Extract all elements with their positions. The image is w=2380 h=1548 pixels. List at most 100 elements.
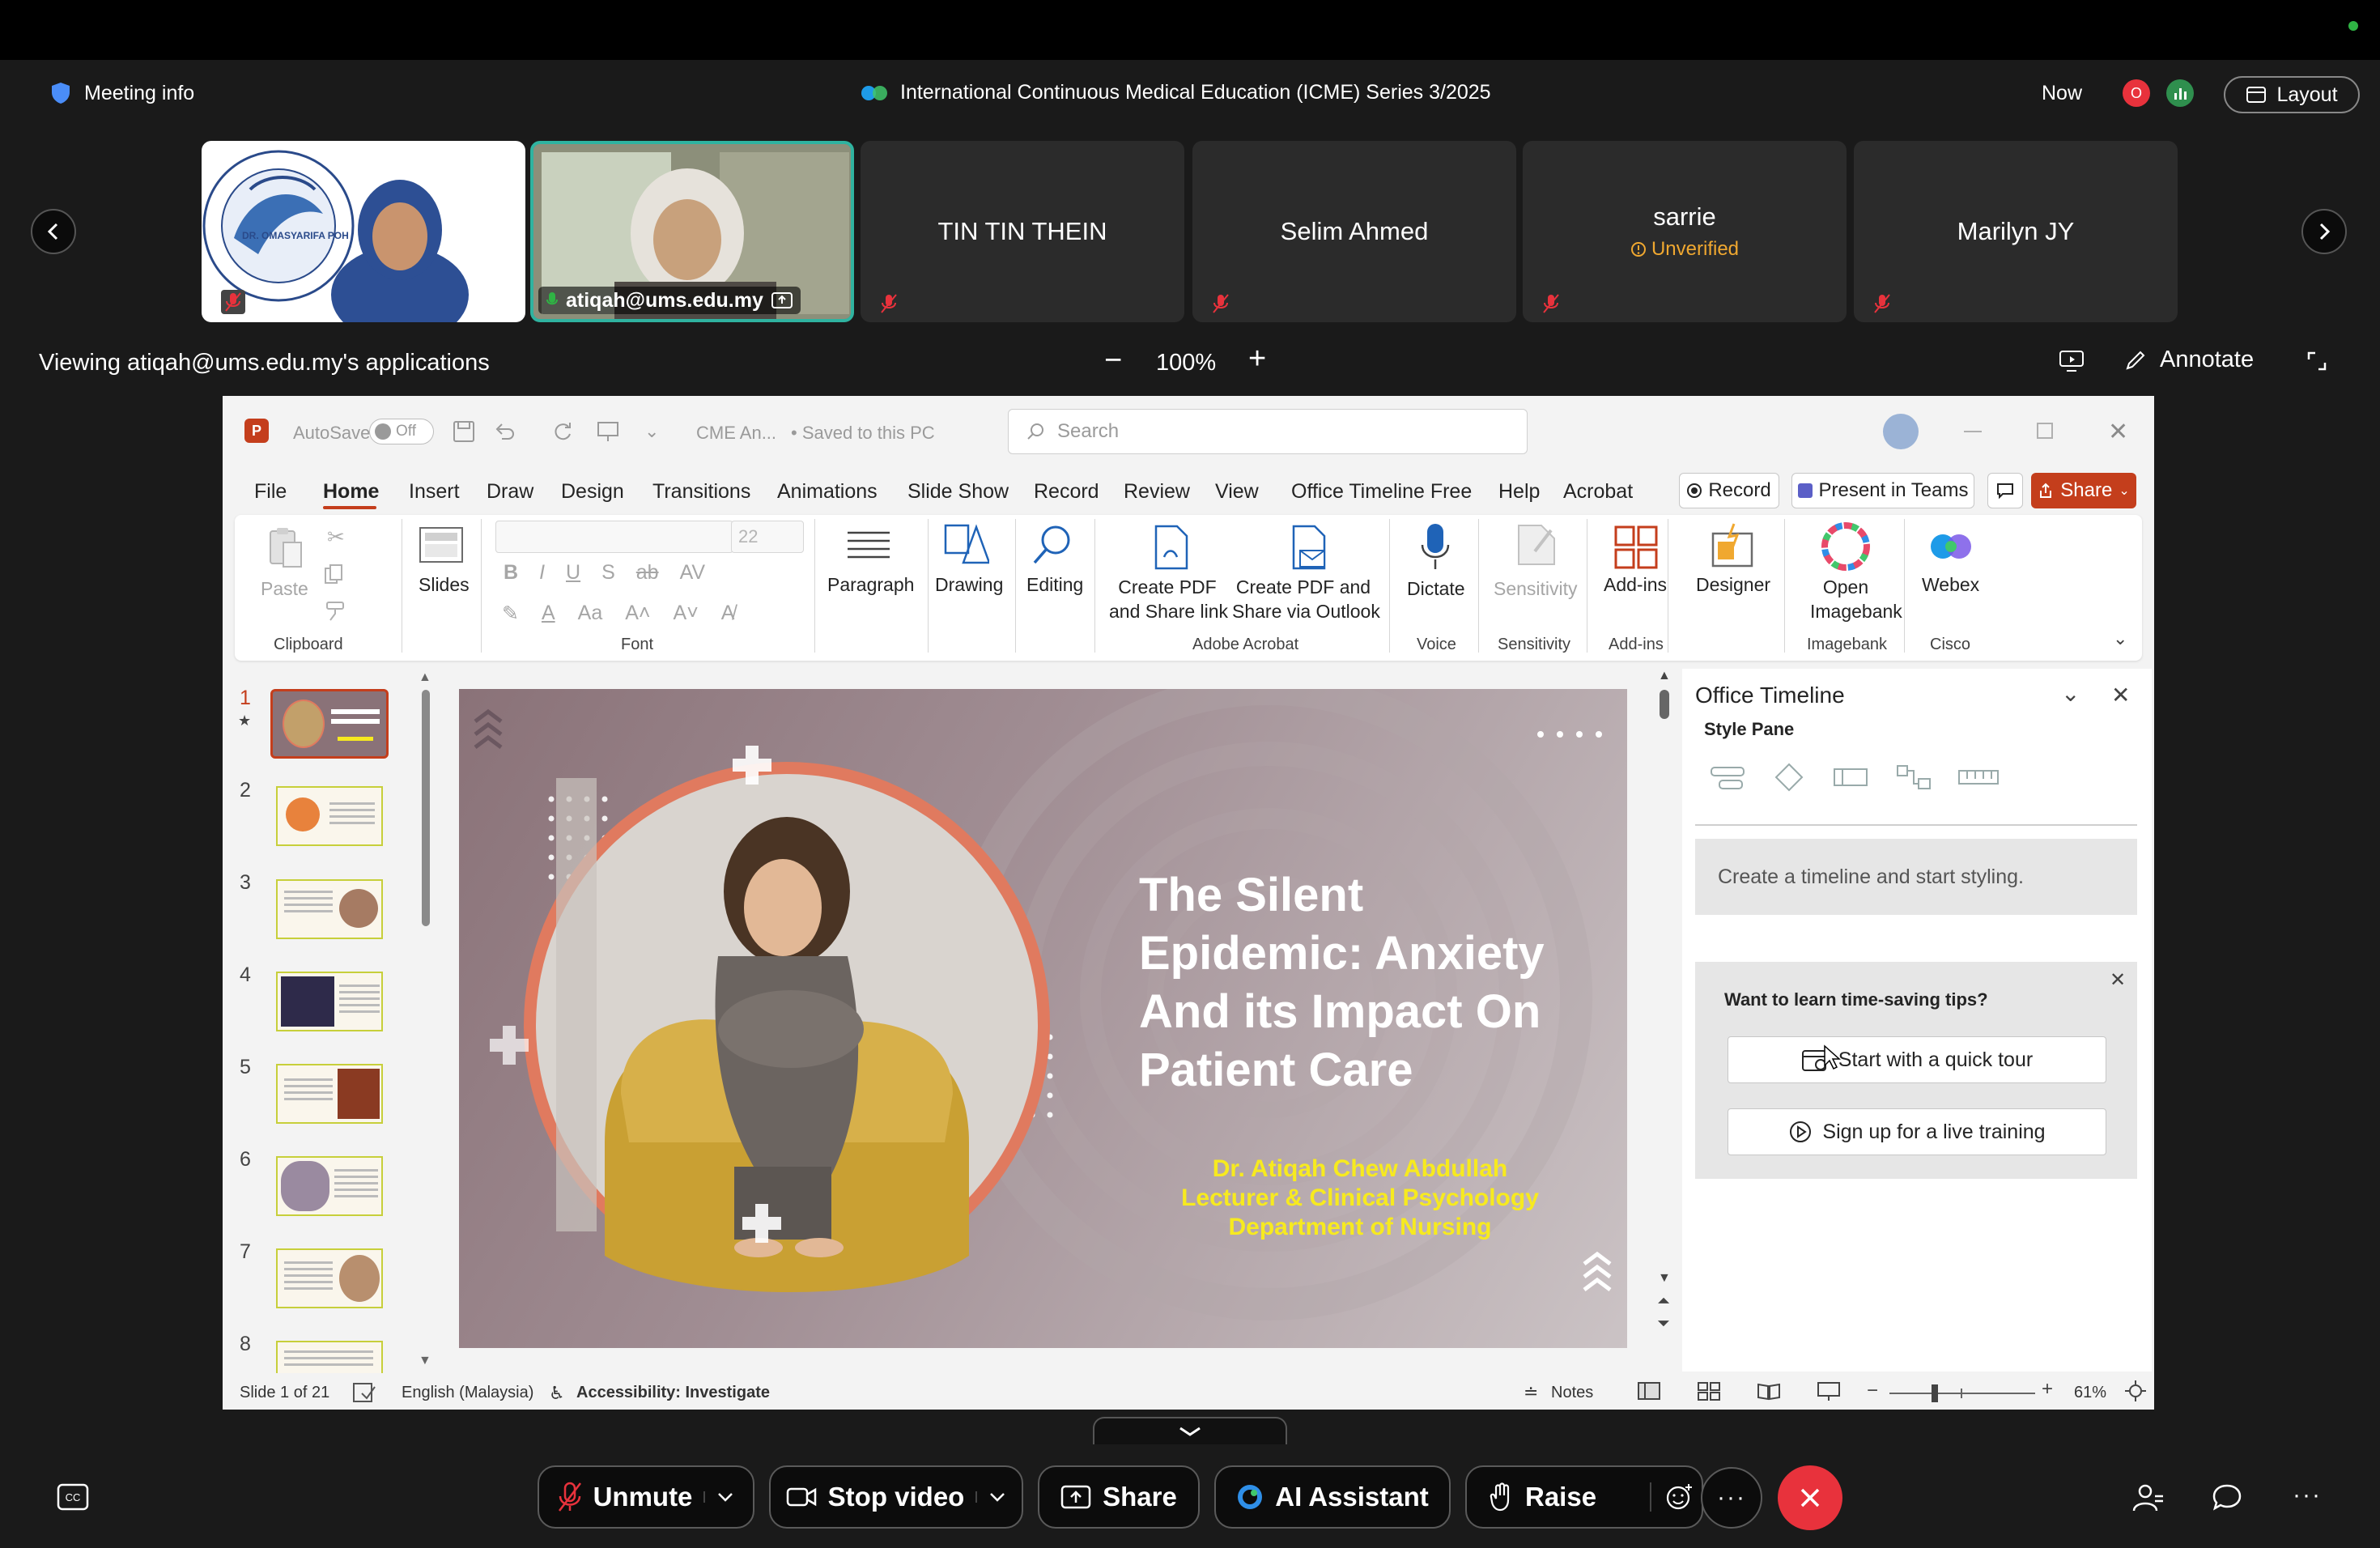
tab-transitions[interactable]: Transitions [652, 480, 750, 504]
sensitivity-icon[interactable] [1515, 522, 1558, 568]
create-pdf-share-icon[interactable] [1150, 525, 1192, 570]
notes-icon[interactable]: ≐ [1524, 1382, 1538, 1403]
font-color-button[interactable]: A [542, 602, 555, 626]
fit-to-window-icon[interactable] [2124, 1380, 2147, 1402]
undo-icon[interactable] [492, 419, 516, 444]
stop-video-button[interactable]: Stop video [769, 1465, 1023, 1529]
paragraph-label[interactable]: Paragraph [827, 572, 914, 597]
add-ins-icon[interactable] [1613, 525, 1659, 570]
present-from-start-icon[interactable] [596, 419, 620, 444]
participants-icon[interactable] [2132, 1483, 2165, 1512]
character-spacing-button[interactable]: AV [680, 561, 706, 585]
previous-slide-icon[interactable]: ⏶ [1657, 1292, 1670, 1311]
add-ins-button-label[interactable]: Add-ins [1604, 572, 1667, 597]
increase-font-button[interactable]: A˄ [625, 602, 650, 626]
unmute-button[interactable]: Unmute [538, 1465, 754, 1529]
slide-thumbnail[interactable] [276, 786, 383, 846]
participant-tile[interactable]: DR. OMASYARIFA POH [202, 141, 525, 322]
accessibility-label[interactable]: Accessibility: Investigate [576, 1384, 770, 1402]
scale-style-icon[interactable] [1957, 761, 2000, 793]
participant-tile[interactable]: Marilyn JY [1854, 141, 2178, 322]
comments-button[interactable] [1987, 473, 2023, 508]
decrease-font-button[interactable]: A˅ [674, 602, 699, 626]
autosave-toggle[interactable]: Off [369, 419, 434, 444]
tips-close-icon[interactable]: ✕ [2110, 968, 2126, 992]
zoom-percent[interactable]: 61% [2074, 1384, 2106, 1402]
ai-assistant-button[interactable]: AI Assistant [1214, 1465, 1451, 1529]
customize-toolbar-icon[interactable]: ⌄ [644, 421, 659, 442]
redo-icon[interactable] [550, 419, 575, 444]
italic-button[interactable]: I [539, 561, 545, 585]
next-participants-button[interactable] [2301, 209, 2347, 254]
webex-icon[interactable] [1928, 526, 1974, 567]
participant-tile[interactable]: Selim Ahmed [1192, 141, 1516, 322]
chevron-down-icon[interactable] [975, 1491, 1006, 1503]
imagebank-icon[interactable] [1821, 522, 1870, 571]
end-meeting-button[interactable] [1778, 1465, 1842, 1530]
prev-participants-button[interactable] [31, 209, 76, 254]
tab-design[interactable]: Design [561, 480, 624, 504]
scroll-up-arrow-icon[interactable]: ▲ [419, 670, 431, 685]
search-box[interactable]: Search [1008, 409, 1528, 454]
tab-insert[interactable]: Insert [409, 480, 460, 504]
slide-thumbnail[interactable] [276, 1064, 383, 1124]
captions-icon[interactable]: CC [57, 1483, 89, 1511]
tab-home[interactable]: Home [323, 480, 379, 504]
notes-label[interactable]: Notes [1551, 1384, 1593, 1402]
participant-tile[interactable]: sarrie Unverified [1523, 141, 1847, 322]
fullscreen-icon[interactable] [2306, 350, 2328, 372]
paste-icon[interactable] [266, 525, 304, 572]
copy-icon[interactable] [324, 563, 345, 585]
font-name-select[interactable] [495, 521, 733, 553]
annotate-button[interactable]: Annotate [2124, 347, 2254, 373]
tab-draw[interactable]: Draw [487, 480, 533, 504]
close-window-icon[interactable]: ✕ [2108, 418, 2128, 446]
format-painter-icon[interactable] [324, 601, 346, 622]
tab-help[interactable]: Help [1498, 480, 1540, 504]
save-icon[interactable] [452, 419, 476, 444]
slide-thumbnail-selected[interactable] [270, 689, 389, 759]
dictate-icon[interactable] [1419, 522, 1451, 571]
share-button[interactable]: Share ⌄ [2031, 473, 2136, 508]
designer-label[interactable]: Designer [1696, 572, 1770, 597]
change-case-button[interactable]: Aa [578, 602, 603, 626]
tab-view[interactable]: View [1215, 480, 1259, 504]
cut-icon[interactable]: ✂ [327, 525, 345, 550]
scroll-down-arrow-icon[interactable]: ▼ [1658, 1271, 1671, 1286]
maximize-icon[interactable] [2037, 423, 2053, 439]
slide-thumbnail[interactable] [276, 972, 383, 1031]
zoom-in-icon[interactable]: + [2042, 1378, 2053, 1401]
save-status[interactable]: • Saved to this PC [791, 423, 935, 444]
tab-office-timeline[interactable]: Office Timeline Free [1291, 480, 1472, 504]
raise-hand-button[interactable]: Raise [1465, 1465, 1703, 1529]
spelling-check-icon[interactable] [352, 1382, 376, 1403]
slide-show-icon[interactable] [1817, 1381, 1841, 1402]
zoom-slider-thumb[interactable] [1932, 1384, 1938, 1402]
participant-tile[interactable]: TIN TIN THEIN [861, 141, 1184, 322]
tab-slide-show[interactable]: Slide Show [907, 480, 1009, 504]
underline-button[interactable]: U [566, 561, 580, 585]
pane-close-icon[interactable]: ✕ [2111, 682, 2130, 708]
editing-icon[interactable] [1030, 522, 1075, 568]
more-options-button[interactable]: ··· [1701, 1467, 1762, 1529]
tab-file[interactable]: File [254, 480, 287, 504]
record-button[interactable]: Record [1679, 473, 1779, 508]
minimize-icon[interactable] [1964, 431, 1982, 432]
tab-acrobat[interactable]: Acrobat [1563, 480, 1633, 504]
present-in-teams-button[interactable]: Present in Teams [1791, 473, 1974, 508]
shadow-button[interactable]: S [601, 561, 615, 585]
slide-thumbnail[interactable] [276, 1341, 383, 1373]
collapse-share-tab[interactable] [1093, 1417, 1287, 1444]
pane-options-chevron-icon[interactable]: ⌄ [2061, 680, 2080, 707]
user-avatar[interactable]: O [2123, 79, 2150, 107]
tab-review[interactable]: Review [1124, 480, 1190, 504]
quick-tour-button[interactable]: Start with a quick tour [1728, 1036, 2106, 1083]
bold-button[interactable]: B [504, 561, 518, 585]
slide-sorter-icon[interactable] [1697, 1381, 1721, 1401]
participant-tile-active[interactable]: atiqah@ums.edu.my [530, 141, 854, 322]
open-imagebank-label[interactable]: Open Imagebank [1810, 575, 1902, 623]
thumbnail-scrollbar[interactable] [422, 690, 430, 926]
ribbon-collapse-icon[interactable]: ⌄ [2113, 628, 2127, 649]
reactions-icon[interactable] [1650, 1482, 1694, 1512]
normal-view-icon[interactable] [1637, 1381, 1661, 1401]
